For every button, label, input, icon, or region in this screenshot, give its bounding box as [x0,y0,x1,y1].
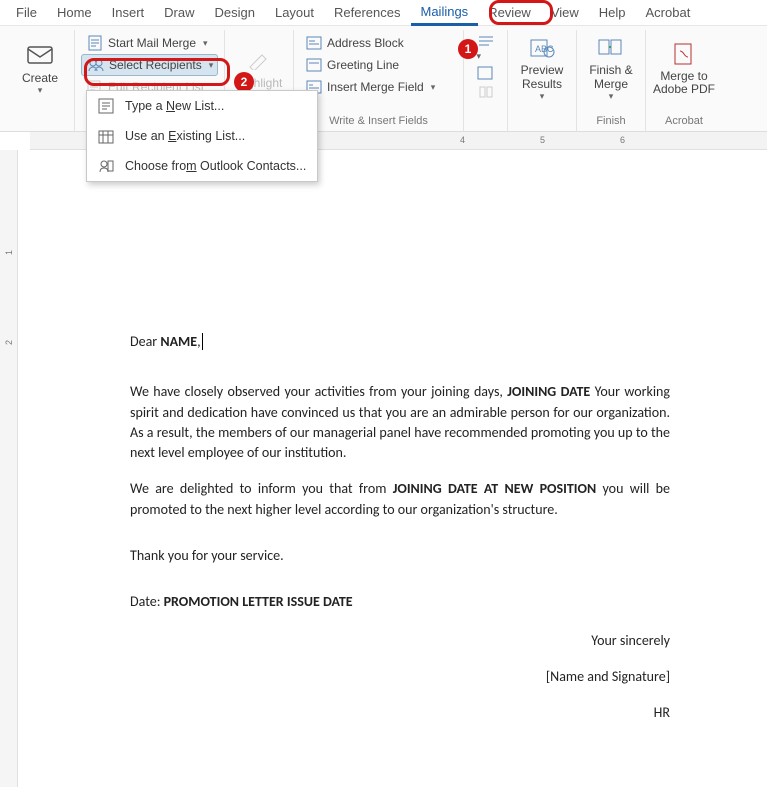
update-labels-icon[interactable] [477,84,495,98]
tab-file[interactable]: File [6,1,47,24]
tab-references[interactable]: References [324,1,410,24]
pdf-label: Merge to Adobe PDF [652,70,716,96]
insert-merge-field-button[interactable]: Insert Merge Field ▾ [300,76,457,98]
create-button[interactable]: Create ▾ [12,30,68,108]
group-create: Create ▾ [6,30,75,131]
pdf-icon [670,42,698,66]
chevron-down-icon: ▾ [203,38,208,49]
chevron-down-icon: ▾ [609,91,614,102]
finish-merge-button[interactable]: Finish & Merge ▾ [583,30,639,108]
insert-merge-field-label: Insert Merge Field [327,80,424,94]
tab-strip: File Home Insert Draw Design Layout Refe… [0,0,767,26]
tab-layout[interactable]: Layout [265,1,324,24]
recipients-icon [88,57,104,73]
body-paragraph-1: We have closely observed your activities… [130,382,670,463]
greeting-line-icon [306,57,322,73]
select-recipients-label: Select Recipients [109,58,202,72]
finish-label: Finish & Merge [583,64,639,90]
group-label-acrobat: Acrobat [665,115,703,129]
use-existing-list-label: Use an Existing List... [125,129,245,143]
new-list-icon [97,97,115,115]
tab-design[interactable]: Design [205,1,265,24]
create-label: Create [22,71,58,85]
type-new-list-item[interactable]: Type a New List... [87,91,317,121]
tab-view[interactable]: View [541,1,589,24]
highlight-label: Highlight [236,76,283,90]
finish-icon [597,36,625,60]
outlook-contacts-item[interactable]: Choose from Outlook Contacts... [87,151,317,181]
date-line: Date: PROMOTION LETTER ISSUE DATE [130,592,670,612]
tab-draw[interactable]: Draw [154,1,204,24]
tab-home[interactable]: Home [47,1,102,24]
document-area: exceldemy EXCEL · DATA · BI exceldemy EX… [30,150,767,787]
merge-to-pdf-button[interactable]: Merge to Adobe PDF [652,30,716,108]
body-paragraph-2: We are delighted to inform you that from… [130,479,670,520]
sign-off-3: HR [130,703,670,723]
match-fields-icon[interactable] [477,66,495,80]
sign-off-1: Your sincerely [130,631,670,651]
address-block-label: Address Block [327,36,404,50]
document-icon [87,35,103,51]
existing-list-icon [97,127,115,145]
tab-review[interactable]: Review [478,1,541,24]
type-new-list-label: Type a New List... [125,99,224,113]
group-acrobat: Merge to Adobe PDF Acrobat [646,30,722,131]
chevron-down-icon: ▾ [38,85,43,96]
tab-acrobat[interactable]: Acrobat [636,1,701,24]
greeting-line-button[interactable]: Greeting Line [300,54,457,76]
outlook-contacts-icon [97,157,115,175]
chevron-down-icon: ▾ [431,82,436,93]
group-rules: ▾ [464,30,508,131]
rules-icon[interactable]: ▾ [477,34,495,62]
select-recipients-menu: Type a New List... Use an Existing List.… [86,90,318,182]
start-mail-merge-button[interactable]: Start Mail Merge ▾ [81,32,218,54]
envelope-icon [26,43,54,67]
start-mail-merge-label: Start Mail Merge [108,36,196,50]
preview-results-button[interactable]: ABC Preview Results ▾ [514,30,570,108]
address-block-button[interactable]: Address Block [300,32,457,54]
preview-icon: ABC [528,36,556,60]
chevron-down-icon: ▾ [540,91,545,102]
use-existing-list-item[interactable]: Use an Existing List... [87,121,317,151]
greeting-line: Dear NAME, [130,332,670,352]
tab-help[interactable]: Help [589,1,636,24]
body-paragraph-3: Thank you for your service. [130,546,670,566]
tab-insert[interactable]: Insert [102,1,155,24]
tab-mailings[interactable]: Mailings [411,0,479,26]
greeting-line-label: Greeting Line [327,58,399,72]
group-finish: Finish & Merge ▾ Finish [577,30,646,131]
chevron-down-icon: ▾ [209,60,214,71]
select-recipients-button[interactable]: Select Recipients ▾ [81,54,218,76]
address-block-icon [306,35,322,51]
group-write-insert: Address Block Greeting Line Insert Merge… [294,30,464,131]
highlight-icon [245,48,273,72]
vertical-ruler: 1 2 [0,150,18,787]
group-label-write-insert: Write & Insert Fields [329,115,428,129]
preview-label: Preview Results [514,64,570,90]
outlook-contacts-label: Choose from Outlook Contacts... [125,159,306,173]
sign-off-2: [Name and Signature] [130,667,670,687]
document-page[interactable]: Dear NAME, We have closely observed your… [60,172,740,740]
group-label-finish: Finish [596,115,625,129]
group-preview: ABC Preview Results ▾ [508,30,577,131]
